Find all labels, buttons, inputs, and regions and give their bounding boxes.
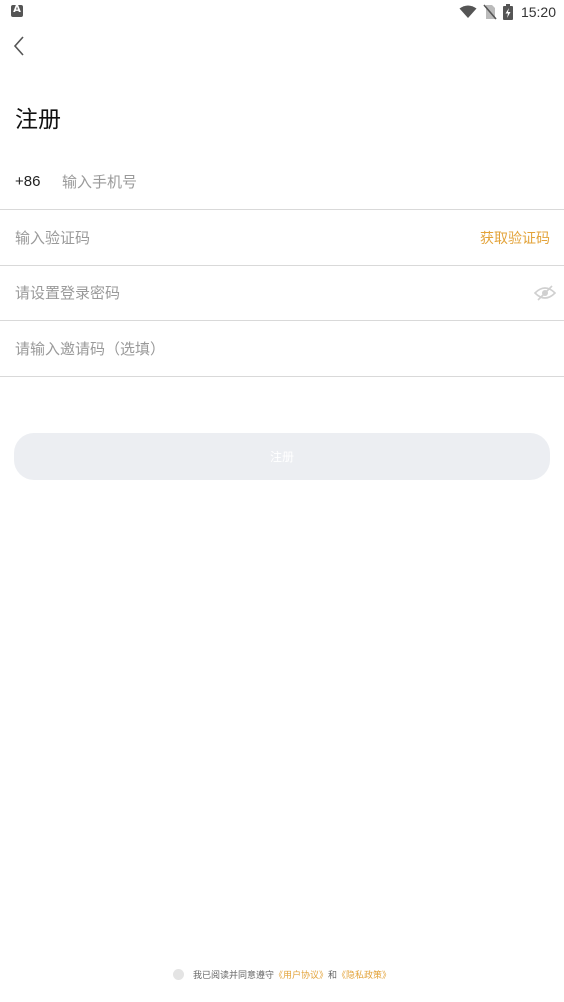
back-button[interactable] xyxy=(8,32,32,60)
phone-input[interactable] xyxy=(62,154,542,209)
battery-charging-icon xyxy=(502,4,513,20)
agreement-row: 我已阅读并同意遵守 《用户协议》 和 《隐私政策》 xyxy=(0,966,564,982)
password-row xyxy=(0,265,564,321)
user-agreement-link[interactable]: 《用户协议》 xyxy=(274,968,328,981)
page-title: 注册 xyxy=(15,107,61,133)
register-button[interactable]: 注册 xyxy=(14,433,550,480)
no-sim-icon xyxy=(483,4,497,20)
code-row: 获取验证码 xyxy=(0,210,564,266)
privacy-policy-link[interactable]: 《隐私政策》 xyxy=(337,968,391,981)
status-icons: 15:20 xyxy=(459,0,556,24)
wifi-icon xyxy=(459,5,477,18)
phone-row: +86 xyxy=(0,154,564,210)
chevron-left-icon xyxy=(13,36,24,56)
agreement-checkbox[interactable] xyxy=(172,968,184,980)
password-input[interactable] xyxy=(15,265,475,320)
notification-icon: A xyxy=(11,4,23,17)
status-time: 15:20 xyxy=(520,4,556,20)
country-code[interactable]: +86 xyxy=(15,173,40,190)
verification-code-input[interactable] xyxy=(15,210,475,265)
invite-row xyxy=(0,321,564,377)
toggle-password-visibility[interactable] xyxy=(533,282,557,304)
agreement-text: 我已阅读并同意遵守 xyxy=(192,970,274,981)
eye-off-icon xyxy=(533,285,557,301)
get-code-button[interactable]: 获取验证码 xyxy=(480,228,550,248)
invite-code-input[interactable] xyxy=(15,321,475,376)
agreement-connector: 和 xyxy=(328,970,338,981)
status-bar: A 15:20 xyxy=(0,0,564,24)
